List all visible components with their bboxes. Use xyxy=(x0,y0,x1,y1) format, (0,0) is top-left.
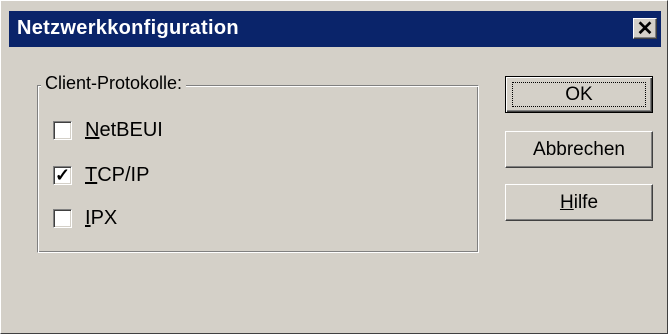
tcpip-label-rest: CP/IP xyxy=(97,164,150,186)
help-button-label: Hilfe xyxy=(559,192,599,213)
tcpip-checkbox[interactable]: ✓ xyxy=(53,165,72,185)
ipx-label-rest: PX xyxy=(90,207,118,229)
close-icon: ✕ xyxy=(636,18,654,40)
group-label: Client-Protokolle: xyxy=(41,73,187,94)
tcpip-mnemonic: T xyxy=(85,164,98,186)
window-title: Netzwerkkonfiguration xyxy=(17,17,239,39)
netbeui-mnemonic: N xyxy=(85,119,100,141)
ipx-label[interactable]: IPX xyxy=(85,207,117,230)
title-bar[interactable]: Netzwerkkonfiguration ✕ xyxy=(9,11,661,47)
tcpip-label[interactable]: TCP/IP xyxy=(85,164,149,187)
netbeui-label-rest: etBEUI xyxy=(99,119,163,141)
checkmark-icon: ✓ xyxy=(55,165,71,185)
help-button[interactable]: Hilfe xyxy=(505,184,653,221)
netbeui-checkbox[interactable] xyxy=(53,121,72,140)
ok-button-label: OK xyxy=(565,84,593,105)
ok-button[interactable]: OK xyxy=(505,76,653,113)
cancel-button[interactable]: Abbrechen xyxy=(505,131,653,168)
ipx-checkbox[interactable] xyxy=(53,209,72,228)
cancel-button-label: Abbrechen xyxy=(533,139,625,160)
close-button[interactable]: ✕ xyxy=(633,18,657,40)
netbeui-label[interactable]: NetBEUI xyxy=(85,119,163,142)
dialog-window: Netzwerkkonfiguration ✕ Client-Protokoll… xyxy=(0,0,668,334)
